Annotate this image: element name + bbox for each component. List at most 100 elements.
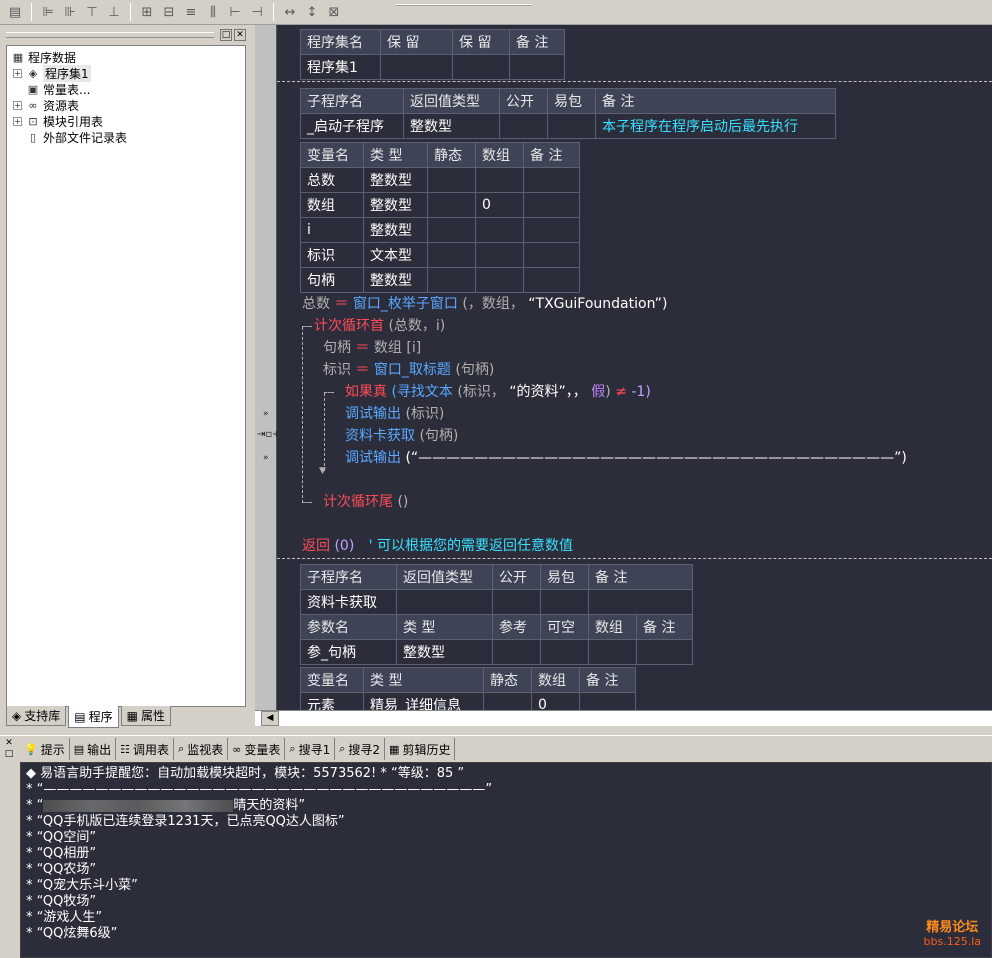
breakpoint-marker-icon[interactable]: »	[263, 409, 269, 419]
align-left-icon[interactable]: ⊫	[37, 2, 59, 22]
table-cell[interactable]	[523, 192, 580, 218]
doc-icon[interactable]: ▤	[4, 2, 26, 22]
table-cell[interactable]	[427, 217, 476, 243]
table-row[interactable]: 元素 精易_详细信息 0	[300, 692, 636, 710]
code-line[interactable]: 句柄 ＝ 数组 [i]	[323, 338, 421, 358]
table-row[interactable]: 句柄 整数型	[300, 267, 580, 293]
table-cell[interactable]	[523, 242, 580, 268]
tab-properties[interactable]: ▦ 属性	[120, 706, 171, 726]
table-cell[interactable]: 整数型	[363, 217, 428, 243]
table-cell[interactable]	[427, 267, 476, 293]
table-cell[interactable]	[509, 54, 565, 80]
table-cell[interactable]: i	[300, 217, 364, 243]
fit-height-icon[interactable]: ↕	[301, 2, 323, 22]
table-cell[interactable]	[499, 113, 548, 139]
fit-width-icon[interactable]: ↔	[279, 2, 301, 22]
table-cell[interactable]: 文本型	[363, 242, 428, 268]
output-panel[interactable]: ◆ 易语言助手提醒您：自动加载模块超时，模块：5573562! * “等级：85…	[20, 762, 992, 958]
horizontal-scrollbar[interactable]: ◀	[255, 710, 992, 726]
tree-item-resources[interactable]: + ∞ 资源表	[13, 97, 79, 113]
align-bottom-icon[interactable]: ⊥	[103, 2, 125, 22]
table-cell[interactable]	[540, 589, 589, 615]
table-cell[interactable]	[588, 589, 693, 615]
table-cell[interactable]	[475, 242, 524, 268]
tree-root[interactable]: ▦ 程序数据	[11, 49, 76, 65]
tab-output[interactable]: ▤ 输出	[70, 738, 117, 760]
tab-support-library[interactable]: ◈ 支持库	[6, 706, 67, 726]
align-top-icon[interactable]: ⊤	[81, 2, 103, 22]
expand-icon[interactable]: +	[13, 116, 22, 126]
table-cell[interactable]	[427, 167, 476, 193]
code-line[interactable]: 如果真 (寻找文本 (标识， “的资料”，， 假) ≠ -1)	[345, 382, 651, 402]
table-cell[interactable]: 参_句柄	[300, 639, 397, 665]
code-line[interactable]: 计次循环尾 ()	[323, 492, 408, 512]
tab-search2[interactable]: ⌕ 搜寻2	[335, 738, 386, 760]
code-line[interactable]: 调试输出 (标识)	[345, 404, 444, 424]
table-cell[interactable]: 数组	[300, 192, 364, 218]
table-cell[interactable]: 标识	[300, 242, 364, 268]
table-row[interactable]: 标识 文本型	[300, 242, 580, 268]
code-line[interactable]: 调试输出 (“—————————————————————————————————…	[345, 448, 907, 468]
table-cell[interactable]: 精易_详细信息	[363, 692, 484, 710]
breakpoint-marker-icon[interactable]: »	[263, 453, 269, 463]
table-cell[interactable]: 0	[475, 192, 524, 218]
panel-grip[interactable]	[6, 32, 214, 38]
table-cell[interactable]	[636, 639, 693, 665]
tab-clipboard-history[interactable]: ▦ 剪辑历史	[385, 738, 456, 760]
tab-hint[interactable]: 💡 提示	[20, 738, 70, 760]
space-v-icon[interactable]: ⊣	[246, 2, 268, 22]
table-cell[interactable]	[523, 217, 580, 243]
table-cell[interactable]: 句柄	[300, 267, 364, 293]
table-cell[interactable]: 整数型	[396, 639, 493, 665]
tree-item-constants[interactable]: ▣ 常量表...	[26, 81, 91, 97]
code-line[interactable]: 资料卡获取 (句柄)	[345, 426, 458, 446]
code-line[interactable]: 总数 ＝ 窗口_枚举子窗口 (，数组， “TXGuiFoundation”)	[302, 294, 667, 314]
table-cell[interactable]: 本子程序在程序启动后最先执行	[595, 113, 836, 139]
code-line[interactable]: 标识 ＝ 窗口_取标题 (句柄)	[323, 360, 494, 380]
table-row[interactable]: 数组 整数型 0	[300, 192, 580, 218]
code-line[interactable]: 返回 (0) ' 可以根据您的需要返回任意数值	[302, 536, 573, 556]
table-cell[interactable]	[452, 54, 510, 80]
restore-icon[interactable]: □	[3, 749, 15, 760]
table-cell[interactable]	[492, 589, 541, 615]
table-cell[interactable]	[523, 267, 580, 293]
tree-item-external-files[interactable]: ▯ 外部文件记录表	[26, 129, 127, 145]
same-height-icon[interactable]: ⫼	[202, 2, 224, 22]
table-cell[interactable]	[547, 113, 596, 139]
table-cell[interactable]: 整数型	[363, 267, 428, 293]
table-row[interactable]: 总数 整数型	[300, 167, 580, 193]
table-cell[interactable]	[540, 639, 589, 665]
table-cell[interactable]	[427, 192, 476, 218]
table-cell[interactable]: 整数型	[403, 113, 500, 139]
table-cell[interactable]: 整数型	[363, 192, 428, 218]
tab-watch[interactable]: ⌕ 监视表	[174, 738, 229, 760]
expand-icon[interactable]: +	[13, 68, 22, 78]
table-cell[interactable]: 总数	[300, 167, 364, 193]
align-right-icon[interactable]: ⊪	[59, 2, 81, 22]
tab-call-stack[interactable]: ☷ 调用表	[116, 738, 175, 760]
table-cell[interactable]	[483, 692, 532, 710]
tab-search1[interactable]: ⌕ 搜寻1	[285, 738, 336, 760]
table-cell[interactable]	[427, 242, 476, 268]
table-cell[interactable]	[380, 54, 453, 80]
panel-restore-button[interactable]: □	[220, 29, 232, 41]
table-cell[interactable]: 0	[531, 692, 580, 710]
table-cell[interactable]	[492, 639, 541, 665]
table-cell[interactable]: 程序集1	[300, 54, 381, 80]
table-cell[interactable]: _启动子程序	[300, 113, 404, 139]
code-line[interactable]: 计次循环首 (总数，i)	[314, 316, 445, 336]
tree-item-modules[interactable]: + ⊡ 模块引用表	[13, 113, 103, 129]
tab-program[interactable]: ▤ 程序	[68, 706, 119, 728]
same-width-icon[interactable]: ≡	[180, 2, 202, 22]
tree-item-assembly[interactable]: + ◈ 程序集1	[13, 64, 91, 82]
space-h-icon[interactable]: ⊢	[224, 2, 246, 22]
table-cell[interactable]: 整数型	[363, 167, 428, 193]
center-h-icon[interactable]: ⊞	[136, 2, 158, 22]
table-cell[interactable]	[475, 167, 524, 193]
table-cell[interactable]	[579, 692, 636, 710]
fit-both-icon[interactable]: ⊠	[323, 2, 345, 22]
table-cell[interactable]	[523, 167, 580, 193]
table-row[interactable]: i 整数型	[300, 217, 580, 243]
tab-variables[interactable]: ∞ 变量表	[228, 738, 286, 760]
center-v-icon[interactable]: ⊟	[158, 2, 180, 22]
